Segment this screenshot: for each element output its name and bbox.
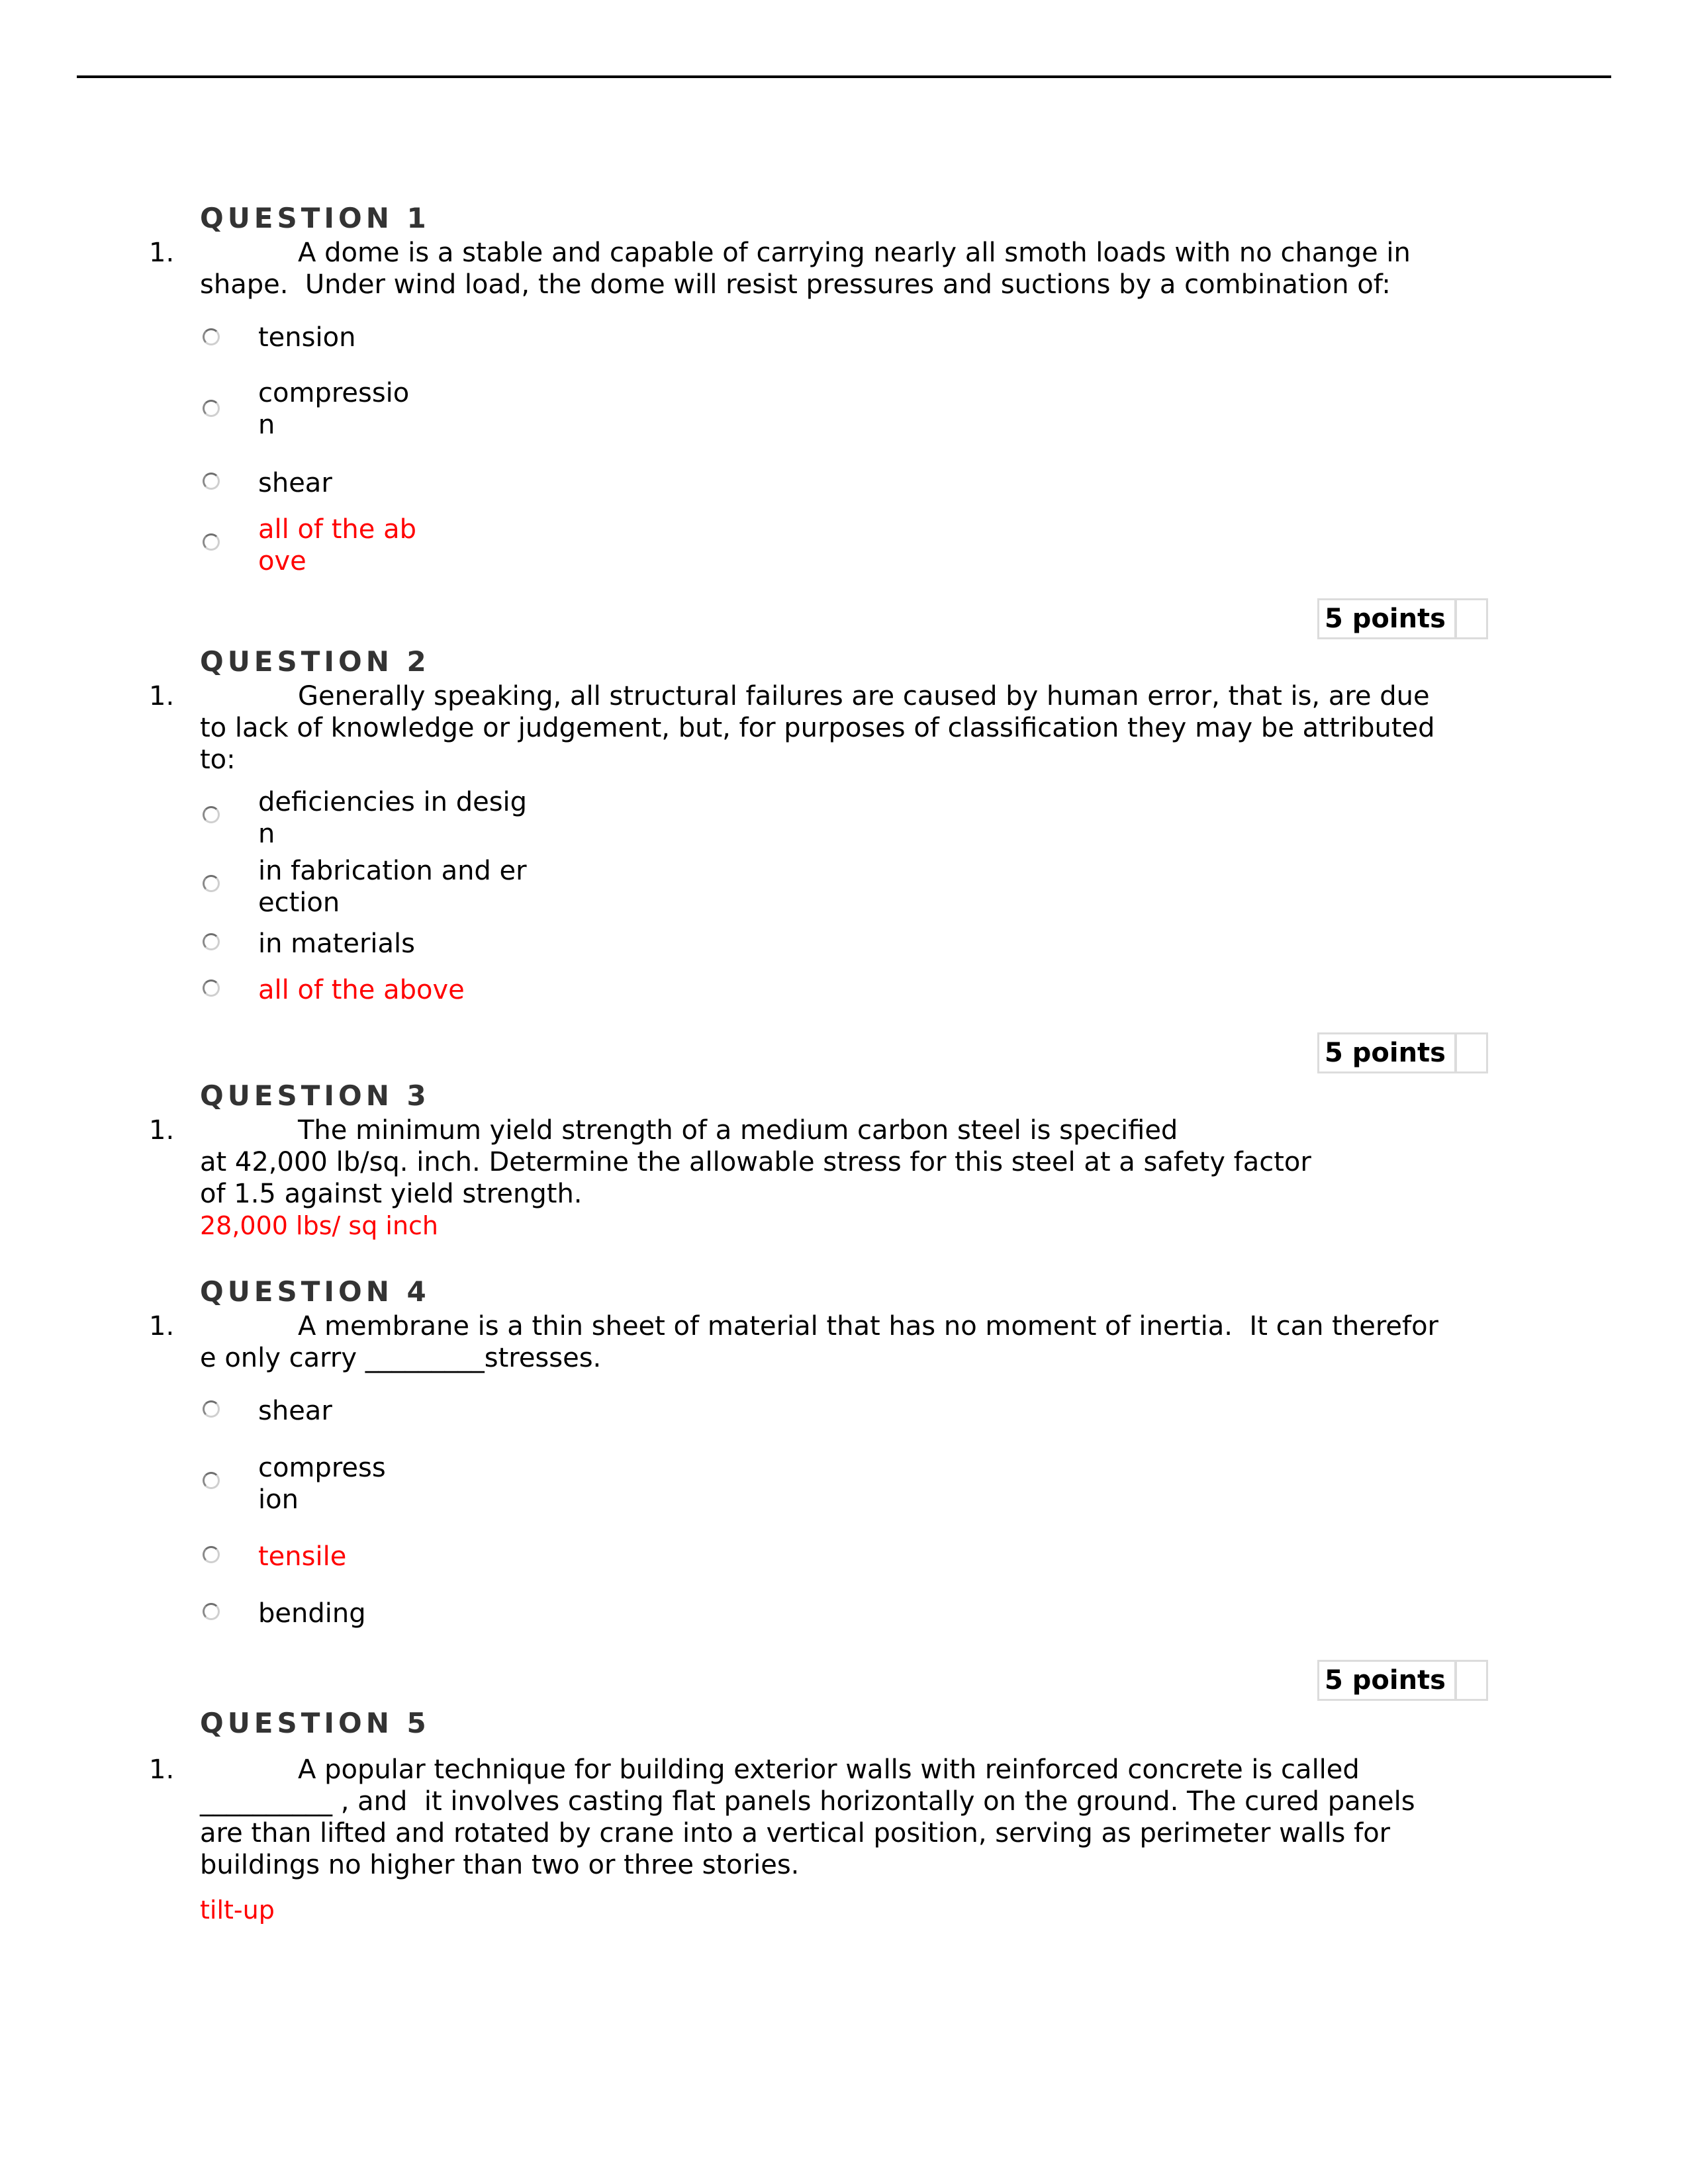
question-1-points: 5 points bbox=[1317, 598, 1488, 639]
question-3-answer: 28,000 lbs/ sq inch bbox=[200, 1211, 439, 1240]
question-5-answer: tilt-up bbox=[200, 1895, 275, 1925]
question-5-number: 1. bbox=[149, 1754, 175, 1785]
question-3-number: 1. bbox=[149, 1115, 175, 1146]
header-rule bbox=[77, 75, 1611, 78]
points-label: 5 points bbox=[1319, 1662, 1457, 1699]
question-4-heading: QUESTION 4 bbox=[200, 1275, 430, 1308]
points-blank-cell bbox=[1457, 600, 1486, 637]
points-blank-cell bbox=[1457, 1034, 1486, 1071]
question-1-heading: QUESTION 1 bbox=[200, 202, 430, 234]
question-2-points: 5 points bbox=[1317, 1032, 1488, 1073]
question-2-text: Generally speaking, all structural failu… bbox=[200, 681, 1435, 775]
radio-button-icon[interactable] bbox=[203, 1546, 220, 1563]
radio-button-icon[interactable] bbox=[203, 473, 220, 490]
question-3-text: The minimum yield strength of a medium c… bbox=[200, 1115, 1311, 1209]
question-2-number: 1. bbox=[149, 681, 175, 711]
radio-button-icon[interactable] bbox=[203, 400, 220, 417]
points-blank-cell bbox=[1457, 1662, 1486, 1699]
points-label: 5 points bbox=[1319, 1034, 1457, 1071]
question-2-heading: QUESTION 2 bbox=[200, 645, 430, 678]
question-1-number: 1. bbox=[149, 238, 175, 268]
radio-button-icon[interactable] bbox=[203, 1472, 220, 1489]
points-label: 5 points bbox=[1319, 600, 1457, 637]
question-5-heading: QUESTION 5 bbox=[200, 1707, 430, 1739]
radio-button-icon[interactable] bbox=[203, 806, 220, 823]
question-4-text: A membrane is a thin sheet of material t… bbox=[200, 1311, 1438, 1373]
radio-button-icon[interactable] bbox=[203, 1603, 220, 1620]
question-4-number: 1. bbox=[149, 1311, 175, 1342]
question-4-points: 5 points bbox=[1317, 1660, 1488, 1701]
radio-button-icon[interactable] bbox=[203, 979, 220, 997]
radio-button-icon[interactable] bbox=[203, 328, 220, 345]
radio-button-icon[interactable] bbox=[203, 933, 220, 950]
question-5-text: A popular technique for building exterio… bbox=[200, 1754, 1415, 1880]
question-3-heading: QUESTION 3 bbox=[200, 1079, 430, 1112]
question-1-text: A dome is a stable and capable of carryi… bbox=[200, 238, 1411, 300]
radio-button-icon[interactable] bbox=[203, 533, 220, 551]
radio-button-icon[interactable] bbox=[203, 875, 220, 892]
radio-button-icon[interactable] bbox=[203, 1400, 220, 1418]
